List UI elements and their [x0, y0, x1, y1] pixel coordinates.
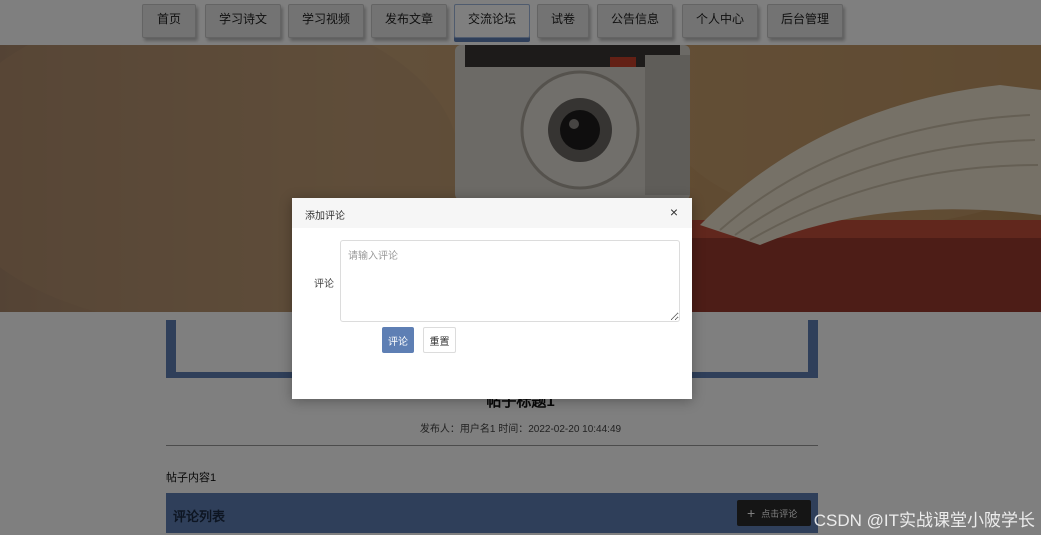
dialog-header: 添加评论 × [292, 198, 692, 228]
reset-button[interactable]: 重置 [423, 327, 456, 353]
submit-comment-button[interactable]: 评论 [382, 327, 414, 353]
close-icon[interactable]: × [666, 204, 682, 220]
comment-textarea[interactable] [340, 240, 680, 322]
add-comment-dialog: 添加评论 × 评论 评论 重置 [292, 198, 692, 399]
dialog-title: 添加评论 [305, 211, 345, 222]
watermark: CSDN @IT实战课堂小陂学长 [813, 511, 1035, 530]
comment-field-label: 评论 [314, 279, 334, 290]
